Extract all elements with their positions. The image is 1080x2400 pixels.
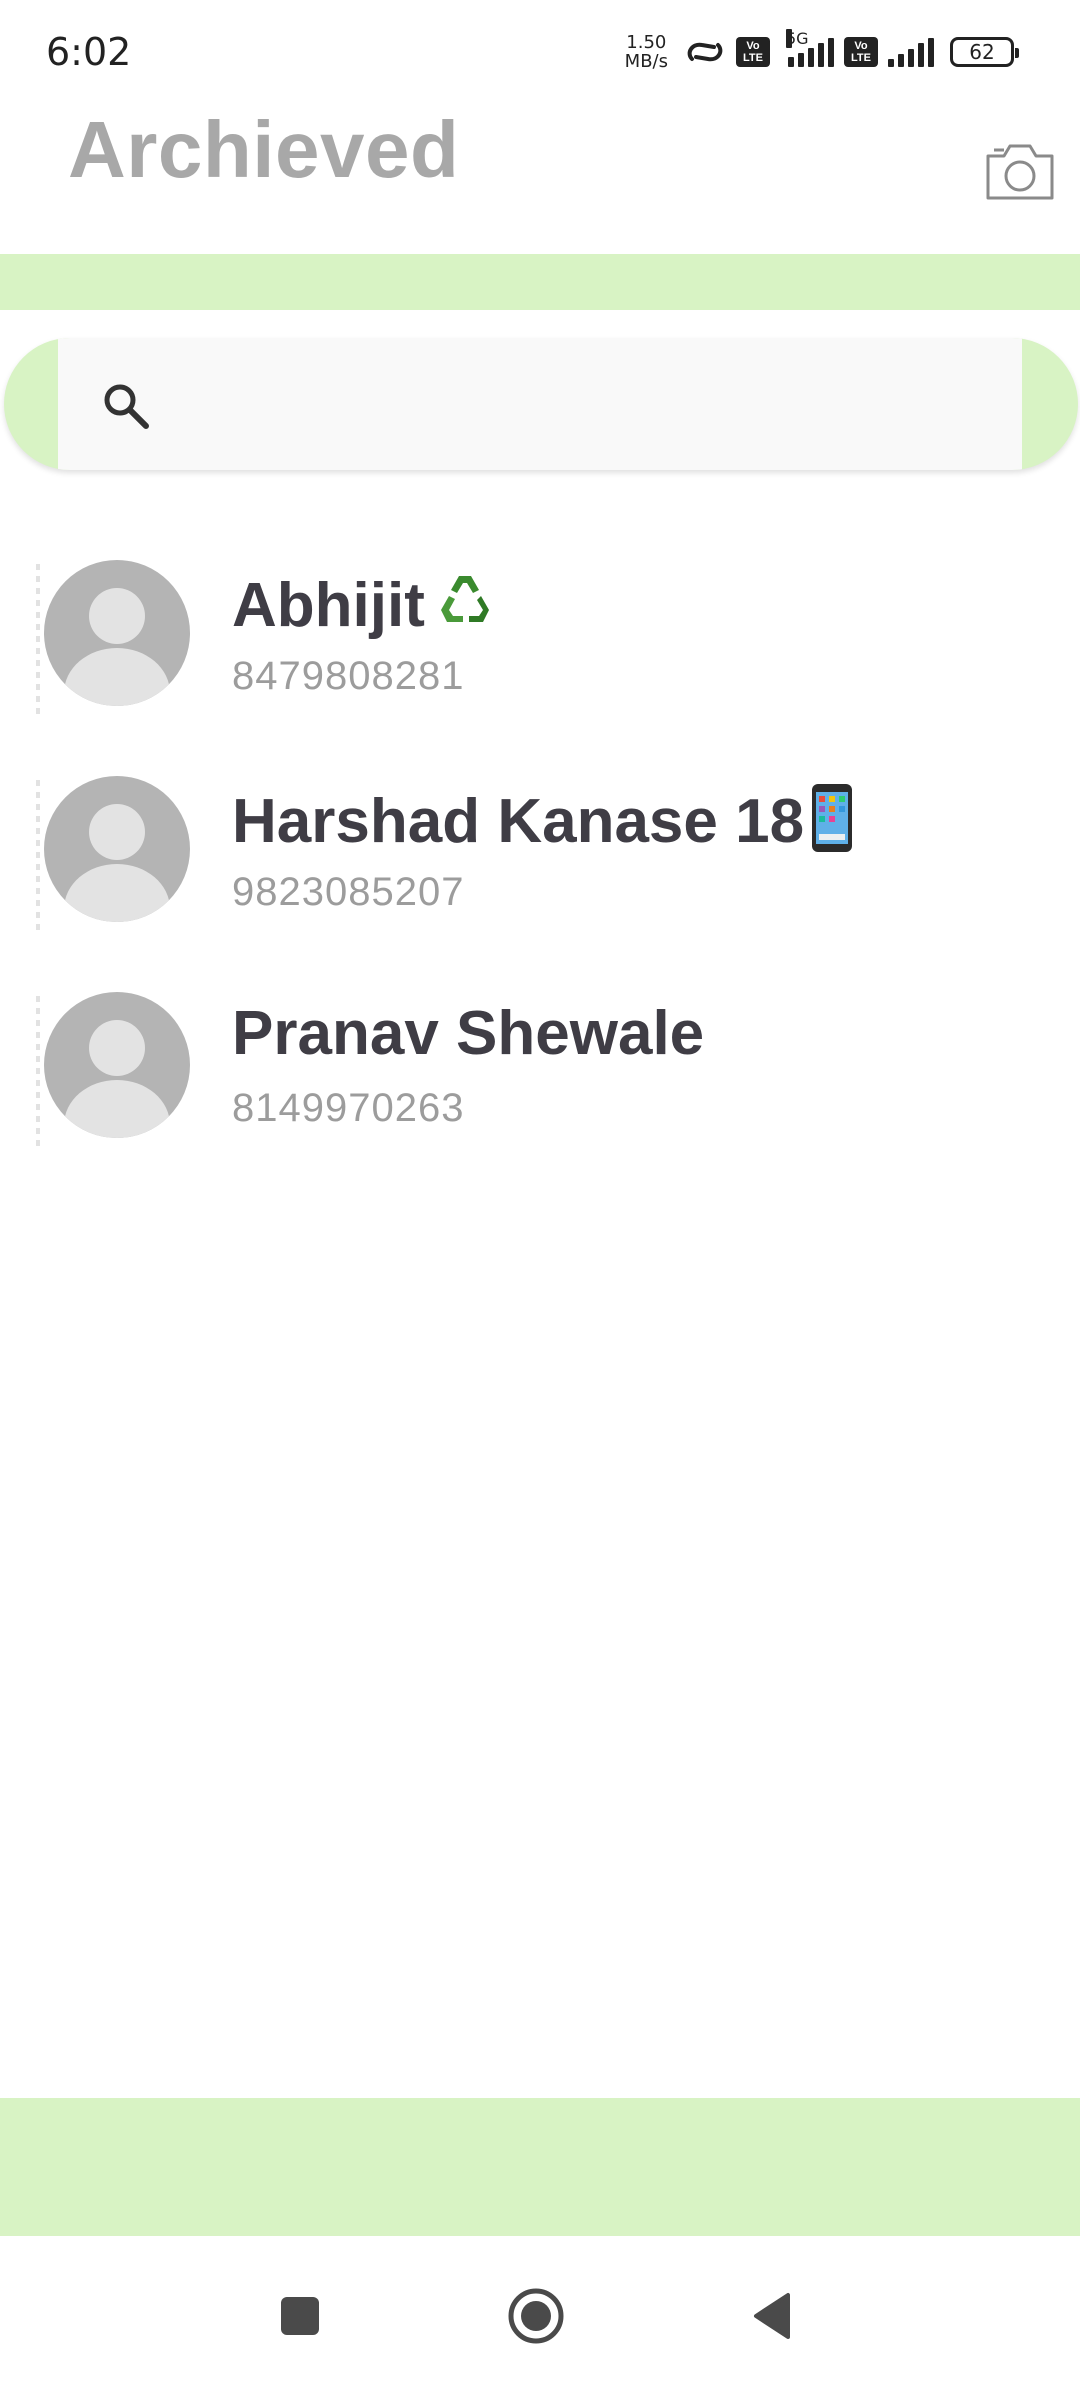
search-icon: [104, 384, 149, 429]
status-bar: 6:02 1.50 MB/s Vo LTE 5G Vo LTE 62: [0, 0, 1080, 100]
circle-home-icon: [508, 2288, 564, 2344]
contact-item-harshad[interactable]: Harshad Kanase 18 9823085207: [0, 776, 1080, 976]
volte-bottom-label-2: LTE: [851, 52, 871, 64]
contact-item-abhijit[interactable]: Abhijit 8479808281: [0, 560, 1080, 760]
page-title: Archieved: [68, 105, 460, 194]
status-time: 6:02: [46, 30, 132, 74]
network-speed-value: 1.50: [626, 32, 667, 53]
triangle-back-icon: [754, 2293, 790, 2339]
battery-icon: 62: [950, 37, 1019, 67]
search-box[interactable]: [58, 338, 1022, 470]
avatar: [44, 776, 190, 922]
avatar-edge: [36, 996, 40, 1146]
network-speed: 1.50 MB/s: [625, 33, 668, 71]
contact-name-text: Harshad Kanase 18: [232, 786, 805, 856]
contact-name-text: Abhijit: [232, 570, 425, 640]
status-icons: 1.50 MB/s Vo LTE 5G Vo LTE 62: [625, 29, 1019, 74]
contact-name: Harshad Kanase 18: [232, 782, 856, 869]
contact-phone: 8479808281: [232, 654, 465, 698]
top-accent-band: [0, 254, 1080, 310]
avatar: [44, 560, 190, 706]
square-icon: [281, 2297, 319, 2335]
signal-icon: [888, 37, 934, 67]
contact-name: Pranav Shewale: [232, 998, 704, 1069]
contact-name-text: Pranav Shewale: [232, 999, 705, 1068]
volte-icon: Vo LTE: [736, 37, 770, 67]
back-button[interactable]: [732, 2276, 812, 2356]
volte-top-label: Vo: [746, 40, 760, 52]
volte-top-label-2: Vo: [854, 40, 868, 52]
camera-button[interactable]: [984, 142, 1056, 202]
network-gen-label: 5G: [786, 29, 809, 48]
search-input[interactable]: [178, 368, 998, 440]
mobile-phone-emoji-icon: [808, 782, 856, 869]
recycle-emoji-icon: [429, 566, 501, 653]
system-nav-bar: [0, 2236, 1080, 2400]
avatar-edge: [36, 780, 40, 930]
avatar-edge: [36, 564, 40, 714]
bottom-accent-band: [0, 2098, 1080, 2236]
battery-level: 62: [969, 40, 995, 64]
recents-button[interactable]: [260, 2276, 340, 2356]
hotspot-link-icon: [687, 42, 723, 62]
contact-phone: 9823085207: [232, 870, 465, 914]
contact-phone: 8149970263: [232, 1086, 465, 1130]
signal-5g-icon: 5G: [786, 29, 834, 67]
network-speed-unit: MB/s: [624, 51, 668, 72]
avatar: [44, 992, 190, 1138]
camera-icon: [986, 144, 1054, 200]
contact-item-pranav[interactable]: Pranav Shewale 8149970263: [0, 992, 1080, 1192]
home-button[interactable]: [496, 2276, 576, 2356]
volte-icon-2: Vo LTE: [844, 37, 878, 67]
contact-name: Abhijit: [232, 566, 501, 653]
volte-bottom-label: LTE: [743, 52, 763, 64]
search-bar[interactable]: [4, 338, 1078, 470]
